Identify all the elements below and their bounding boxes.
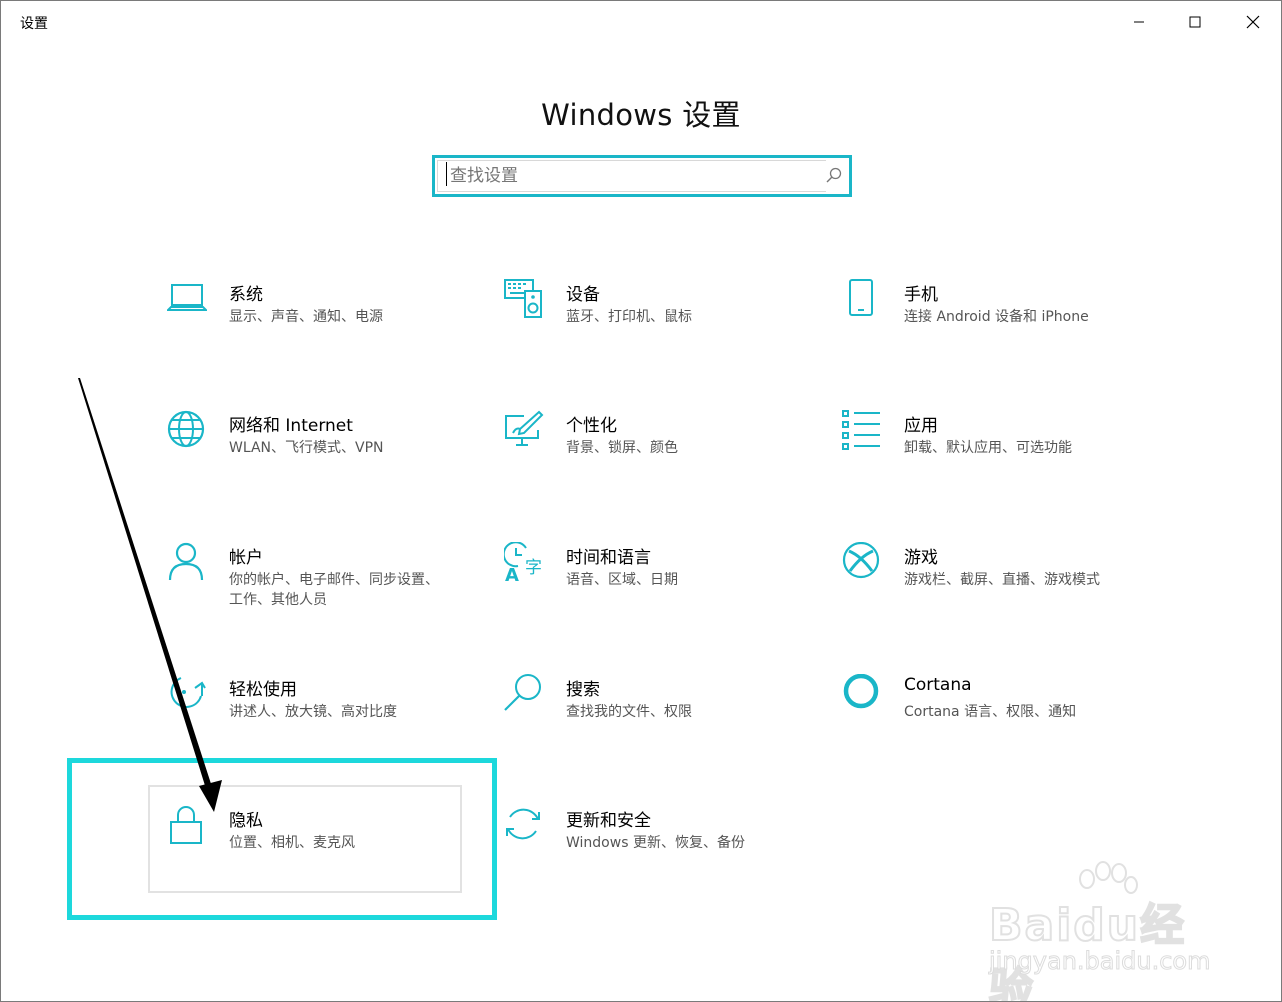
lock-icon [170,806,202,844]
tile-cortana[interactable]: Cortana Cortana 语言、权限、通知 [842,674,1142,784]
tile-apps-name: 应用 [904,416,938,436]
tile-devices-name: 设备 [566,285,600,305]
minimize-icon [1134,21,1144,23]
tile-search-name: 搜索 [566,680,600,700]
tile-update-security-desc: Windows 更新、恢复、备份 [566,835,745,851]
tile-personalization-desc: 背景、锁屏、颜色 [566,440,678,456]
tile-network-desc: WLAN、飞行模式、VPN [229,440,384,456]
tile-privacy[interactable]: 隐私 位置、相机、麦克风 [167,805,467,915]
tile-time-language[interactable]: A 字 时间和语言 语音、区域、日期 [504,542,804,652]
personalization-icon [505,410,544,446]
tile-phone[interactable]: 手机 连接 Android 设备和 iPhone [842,279,1142,389]
maximize-icon [1189,16,1201,28]
tile-personalization[interactable]: 个性化 背景、锁屏、颜色 [504,410,804,520]
tile-search-desc: 查找我的文件、权限 [566,704,692,720]
minimize-button[interactable] [1111,1,1167,43]
close-icon [1246,15,1260,29]
tile-ease-of-access-name: 轻松使用 [229,680,297,700]
time-language-icon: A 字 [504,542,542,582]
globe-icon [167,410,205,448]
tile-gaming[interactable]: 游戏 游戏栏、截屏、直播、游戏模式 [842,542,1142,652]
laptop-icon [167,284,207,311]
tile-accounts-desc: 你的帐户、电子邮件、同步设置、工作、其他人员 [229,572,439,608]
ease-of-access-icon [170,677,206,708]
tile-network[interactable]: 网络和 Internet WLAN、飞行模式、VPN [167,410,467,520]
tile-phone-desc: 连接 Android 设备和 iPhone [904,309,1089,325]
tile-cortana-desc: Cortana 语言、权限、通知 [904,704,1077,720]
tile-cortana-name: Cortana [904,675,972,695]
tile-gaming-name: 游戏 [904,548,938,568]
apps-list-icon [842,410,880,450]
search-icon[interactable] [825,166,843,184]
devices-icon [504,279,542,318]
tile-phone-name: 手机 [904,285,938,305]
tile-search[interactable]: 搜索 查找我的文件、权限 [504,674,804,784]
watermark-url: jingyan.baidu.com [988,947,1211,976]
tile-ease-of-access-desc: 讲述人、放大镜、高对比度 [229,704,397,720]
tile-system[interactable]: 系统 显示、声音、通知、电源 [167,279,467,389]
tile-privacy-desc: 位置、相机、麦克风 [229,835,355,851]
baidu-watermark: Baidu经验 jingyan.baidu.com [981,859,1221,1001]
cortana-circle-icon [843,674,879,709]
tile-network-name: 网络和 Internet [229,416,353,436]
text-caret [446,162,447,186]
svg-text:A: A [505,565,519,582]
search-box[interactable] [432,155,852,197]
tile-time-language-name: 时间和语言 [566,548,651,568]
tile-apps[interactable]: 应用 卸载、默认应用、可选功能 [842,410,1142,520]
tile-time-language-desc: 语音、区域、日期 [566,572,678,588]
tile-gaming-desc: 游戏栏、截屏、直播、游戏模式 [904,572,1100,588]
watermark-brand: Baidu经验 [988,899,1187,1002]
magnifier-icon [504,674,541,711]
window-title: 设置 [20,16,48,32]
tile-update-security-name: 更新和安全 [566,811,651,831]
page-title: Windows 设置 [541,98,741,133]
maximize-button[interactable] [1167,1,1223,43]
close-button[interactable] [1225,1,1281,43]
refresh-icon [506,808,540,840]
tile-update-security[interactable]: 更新和安全 Windows 更新、恢复、备份 [504,805,804,915]
tile-apps-desc: 卸载、默认应用、可选功能 [904,440,1072,456]
tile-personalization-name: 个性化 [566,416,617,436]
tile-system-desc: 显示、声音、通知、电源 [229,309,383,325]
search-input[interactable] [437,160,826,192]
person-icon [168,542,204,581]
xbox-icon [842,542,880,579]
tile-accounts[interactable]: 帐户 你的帐户、电子邮件、同步设置、工作、其他人员 [167,542,467,652]
tile-system-name: 系统 [229,285,263,305]
tile-devices-desc: 蓝牙、打印机、鼠标 [566,309,692,325]
svg-text:字: 字 [525,558,542,578]
tile-accounts-name: 帐户 [229,548,263,568]
phone-icon [849,279,873,316]
tile-privacy-name: 隐私 [229,811,263,831]
settings-window: 设置 Windows 设置 系统 显示、声音、通知、电源 [0,0,1282,1002]
title-bar[interactable]: 设置 [1,1,1281,43]
tile-devices[interactable]: 设备 蓝牙、打印机、鼠标 [504,279,804,389]
